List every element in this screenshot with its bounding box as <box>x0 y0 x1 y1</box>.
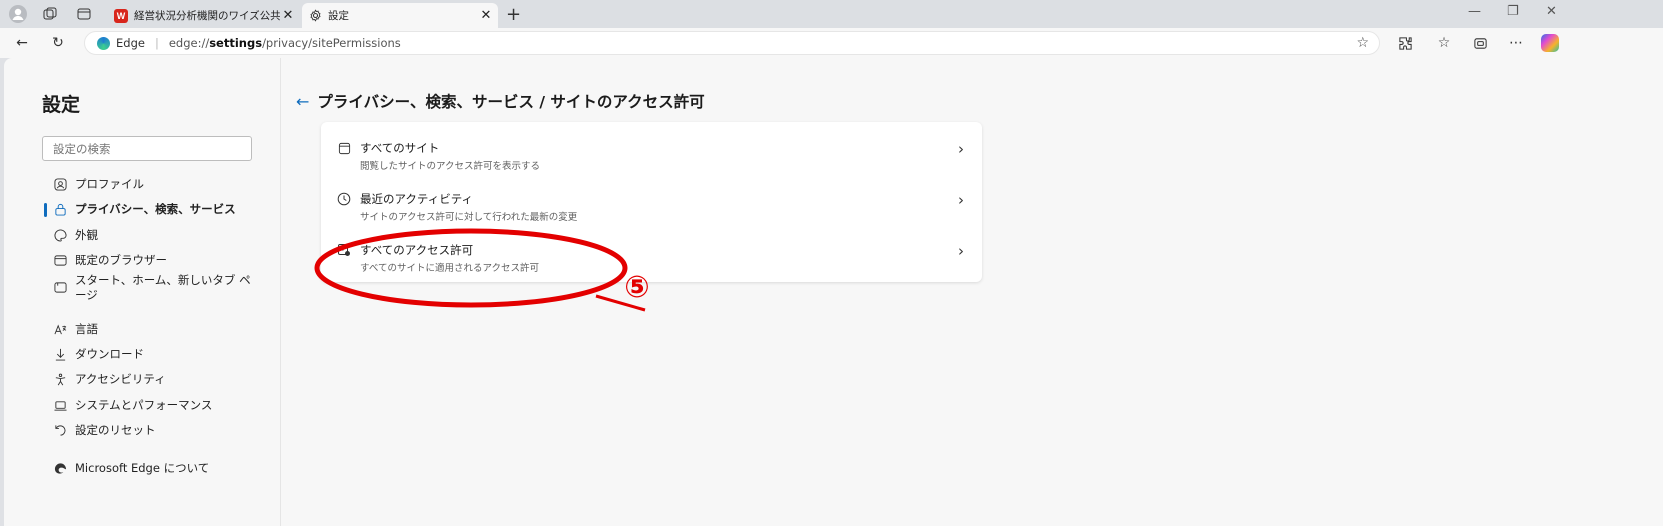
sidebar-item-accessibility[interactable]: アクセシビリティ <box>52 371 166 387</box>
sidebar-item-label: アクセシビリティ <box>75 372 166 386</box>
accessibility-icon <box>52 371 68 387</box>
page-header: ← プライバシー、検索、サービス / サイトのアクセス許可 <box>296 90 705 112</box>
sidebar-item-about[interactable]: Microsoft Edge について <box>52 460 209 476</box>
sidebar-item-label: プロファイル <box>75 177 144 191</box>
page-title: プライバシー、検索、サービス / サイトのアクセス許可 <box>317 93 705 111</box>
sidebar-title: 設定 <box>42 94 81 116</box>
sidebar-item-system[interactable]: システムとパフォーマンス <box>52 397 212 413</box>
sidebar-item-appearance[interactable]: 外観 <box>52 227 98 243</box>
sidebar-item-label: プライバシー、検索、サービス <box>75 202 236 216</box>
tab-title: 設定 <box>328 10 349 22</box>
sidebar-item-label: 設定のリセット <box>75 423 156 437</box>
address-bar[interactable]: Edge | edge://settings/privacy/sitePermi… <box>84 31 1380 55</box>
sidebar-item-label: スタート、ホーム、新しいタブ ペ <box>75 273 251 287</box>
download-icon <box>52 346 68 362</box>
chevron-right-icon: › <box>958 140 964 158</box>
laptop-icon <box>52 397 68 413</box>
workspaces-icon[interactable] <box>40 4 60 24</box>
url-prefix: edge:// <box>168 36 210 50</box>
clock-icon <box>336 191 352 207</box>
back-icon[interactable]: ← <box>12 33 32 53</box>
sidebar-item-default-browser[interactable]: 既定のブラウザー <box>52 252 167 268</box>
reset-icon <box>52 422 68 438</box>
sidebar-item-label-cont: ージ <box>75 288 98 302</box>
close-icon[interactable]: ✕ <box>280 8 296 23</box>
refresh-icon[interactable]: ↻ <box>48 33 68 53</box>
row-subtitle: サイトのアクセス許可に対して行われた最新の変更 <box>360 212 578 223</box>
annotation-number: ⑤ <box>624 270 650 305</box>
favorites-icon[interactable]: ☆ <box>1434 33 1454 53</box>
url-suffix: /privacy/sitePermissions <box>262 36 401 50</box>
settings-page: 設定 プロファイル プライバシー、検索、サービス 外観 既定のブラウザー <box>4 58 1663 526</box>
sidebar-item-language[interactable]: 言語 <box>52 321 98 337</box>
home-icon <box>52 279 68 295</box>
permissions-icon <box>336 242 352 258</box>
tab-active[interactable]: 設定 ✕ <box>302 3 498 28</box>
sidebar-item-download[interactable]: ダウンロード <box>52 346 144 362</box>
edge-icon <box>52 460 68 476</box>
row-subtitle: 閲覧したサイトのアクセス許可を表示する <box>360 161 541 172</box>
chevron-right-icon: › <box>958 191 964 209</box>
tab-inactive[interactable]: W 経営状況分析機関のワイズ公共デー ✕ <box>108 3 300 28</box>
address-url[interactable]: edge://settings/privacy/sitePermissions <box>169 36 401 50</box>
sidebar-item-privacy[interactable]: プライバシー、検索、サービス <box>52 201 236 217</box>
w-logo-icon: W <box>114 8 128 23</box>
copilot-icon[interactable] <box>1540 33 1560 53</box>
sidebar-item-label: ダウンロード <box>75 347 144 361</box>
chevron-right-icon: › <box>958 242 964 260</box>
settings-search-input[interactable] <box>42 136 252 161</box>
sidebar-item-reset[interactable]: 設定のリセット <box>52 422 156 438</box>
sidebar-item-label: Microsoft Edge について <box>75 461 210 475</box>
edge-icon <box>97 36 110 50</box>
sidebar-item-profile[interactable]: プロファイル <box>52 176 144 192</box>
collections-icon[interactable] <box>1470 33 1490 53</box>
url-bold: settings <box>209 36 263 50</box>
sidebar-item-start-home[interactable]: スタート、ホーム、新しいタブ ペ ージ <box>52 273 251 303</box>
add-favorite-icon[interactable]: ☆ <box>1356 35 1369 51</box>
sidebar-item-label: 既定のブラウザー <box>75 253 167 267</box>
row-all-sites[interactable]: すべてのサイト 閲覧したサイトのアクセス許可を表示する › <box>321 126 982 177</box>
language-icon <box>52 321 68 337</box>
tab-strip: W 経営状況分析機関のワイズ公共デー ✕ 設定 ✕ + — ❐ ✕ <box>0 0 1663 28</box>
restore-icon[interactable]: ❐ <box>1507 4 1519 19</box>
back-arrow-icon[interactable]: ← <box>296 92 309 111</box>
tab-title: 経営状況分析機関のワイズ公共デー <box>134 10 280 22</box>
minimize-icon[interactable]: — <box>1468 4 1481 19</box>
window-close-icon[interactable]: ✕ <box>1546 4 1557 19</box>
vertical-tabs-icon[interactable] <box>74 4 94 24</box>
row-recent-activity[interactable]: 最近のアクティビティ サイトのアクセス許可に対して行われた最新の変更 › <box>321 177 982 228</box>
lock-icon <box>52 201 68 217</box>
row-title: すべてのサイト <box>360 141 440 155</box>
new-tab-icon[interactable]: + <box>506 4 521 25</box>
row-title: 最近のアクティビティ <box>360 192 474 206</box>
address-divider: | <box>154 36 159 50</box>
address-brand: Edge <box>116 36 145 50</box>
close-icon[interactable]: ✕ <box>478 8 494 23</box>
gear-icon <box>308 9 322 23</box>
active-indicator <box>44 203 47 217</box>
settings-sidebar: 設定 プロファイル プライバシー、検索、サービス 外観 既定のブラウザー <box>4 58 281 526</box>
extensions-icon[interactable] <box>1395 33 1415 53</box>
permissions-card: すべてのサイト 閲覧したサイトのアクセス許可を表示する › 最近のアクティビティ… <box>321 122 982 282</box>
row-subtitle: すべてのサイトに適用されるアクセス許可 <box>360 263 539 274</box>
sidebar-item-label: 言語 <box>75 322 98 336</box>
appearance-icon <box>52 227 68 243</box>
sidebar-item-label: 外観 <box>75 228 98 242</box>
site-icon <box>336 140 352 156</box>
profile-avatar-icon[interactable] <box>8 4 28 24</box>
sidebar-item-label: システムとパフォーマンス <box>75 398 213 412</box>
more-icon[interactable]: ⋯ <box>1506 33 1526 53</box>
row-title: すべてのアクセス許可 <box>360 243 474 257</box>
browser-icon <box>52 252 68 268</box>
profile-icon <box>52 176 68 192</box>
